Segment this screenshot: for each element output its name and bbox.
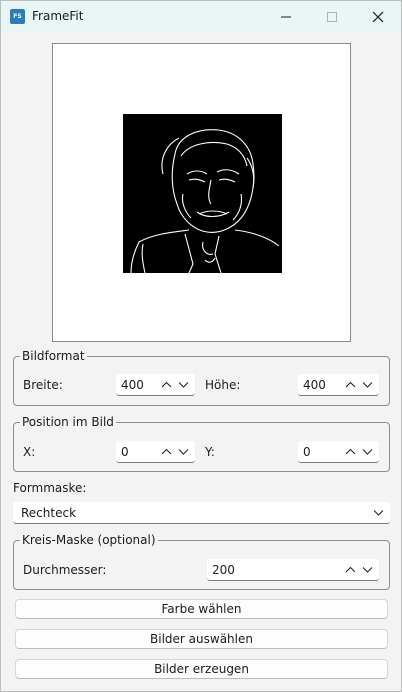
height-label: Höhe: xyxy=(205,378,241,392)
minimize-icon xyxy=(281,16,291,18)
x-value: 0 xyxy=(121,445,129,459)
y-label: Y: xyxy=(205,445,215,459)
diameter-value: 200 xyxy=(212,563,235,577)
chevron-up-icon[interactable] xyxy=(345,446,356,457)
chevron-down-icon[interactable] xyxy=(362,564,373,575)
y-spinbox[interactable]: 0 xyxy=(298,441,379,463)
window-title: FrameFit xyxy=(32,9,84,23)
image-preview xyxy=(52,43,351,342)
maximize-button[interactable] xyxy=(309,1,355,32)
width-label: Breite: xyxy=(23,378,63,392)
chevron-down-icon[interactable] xyxy=(362,379,373,390)
width-spinbox[interactable]: 400 xyxy=(116,374,195,396)
x-spinbox[interactable]: 0 xyxy=(116,441,195,463)
maximize-icon xyxy=(327,12,337,22)
close-icon xyxy=(372,11,384,23)
height-spinbox[interactable]: 400 xyxy=(298,374,379,396)
shape-mask-value: Rechteck xyxy=(21,506,77,520)
width-value: 400 xyxy=(121,378,144,392)
shape-mask-select[interactable]: Rechteck xyxy=(13,502,390,524)
chevron-down-icon[interactable] xyxy=(178,446,189,457)
close-button[interactable] xyxy=(355,1,401,32)
chevron-down-icon[interactable] xyxy=(178,379,189,390)
diameter-label: Durchmesser: xyxy=(23,563,107,577)
select-images-button[interactable]: Bilder auswählen xyxy=(15,629,388,649)
app-icon: FS xyxy=(10,9,25,24)
diameter-spinbox[interactable]: 200 xyxy=(207,559,379,581)
height-value: 400 xyxy=(303,378,326,392)
x-label: X: xyxy=(23,445,36,459)
app-window: FS FrameFit Bildformat Breite: 400 Höhe:… xyxy=(0,0,402,692)
portrait-edge-image xyxy=(123,114,282,273)
chevron-up-icon[interactable] xyxy=(161,446,172,457)
generate-images-button[interactable]: Bilder erzeugen xyxy=(15,659,388,679)
minimize-button[interactable] xyxy=(263,1,309,32)
choose-color-button[interactable]: Farbe wählen xyxy=(15,599,388,619)
chevron-up-icon[interactable] xyxy=(345,564,356,575)
circle-mask-legend: Kreis-Maske (optional) xyxy=(22,533,156,547)
position-legend: Position im Bild xyxy=(22,415,114,429)
title-bar[interactable]: FS FrameFit xyxy=(1,1,401,32)
chevron-down-icon xyxy=(373,510,384,516)
chevron-down-icon[interactable] xyxy=(362,446,373,457)
y-value: 0 xyxy=(303,445,311,459)
shape-mask-label: Formmaske: xyxy=(13,481,87,495)
chevron-up-icon[interactable] xyxy=(161,379,172,390)
chevron-up-icon[interactable] xyxy=(345,379,356,390)
image-format-legend: Bildformat xyxy=(22,349,85,363)
